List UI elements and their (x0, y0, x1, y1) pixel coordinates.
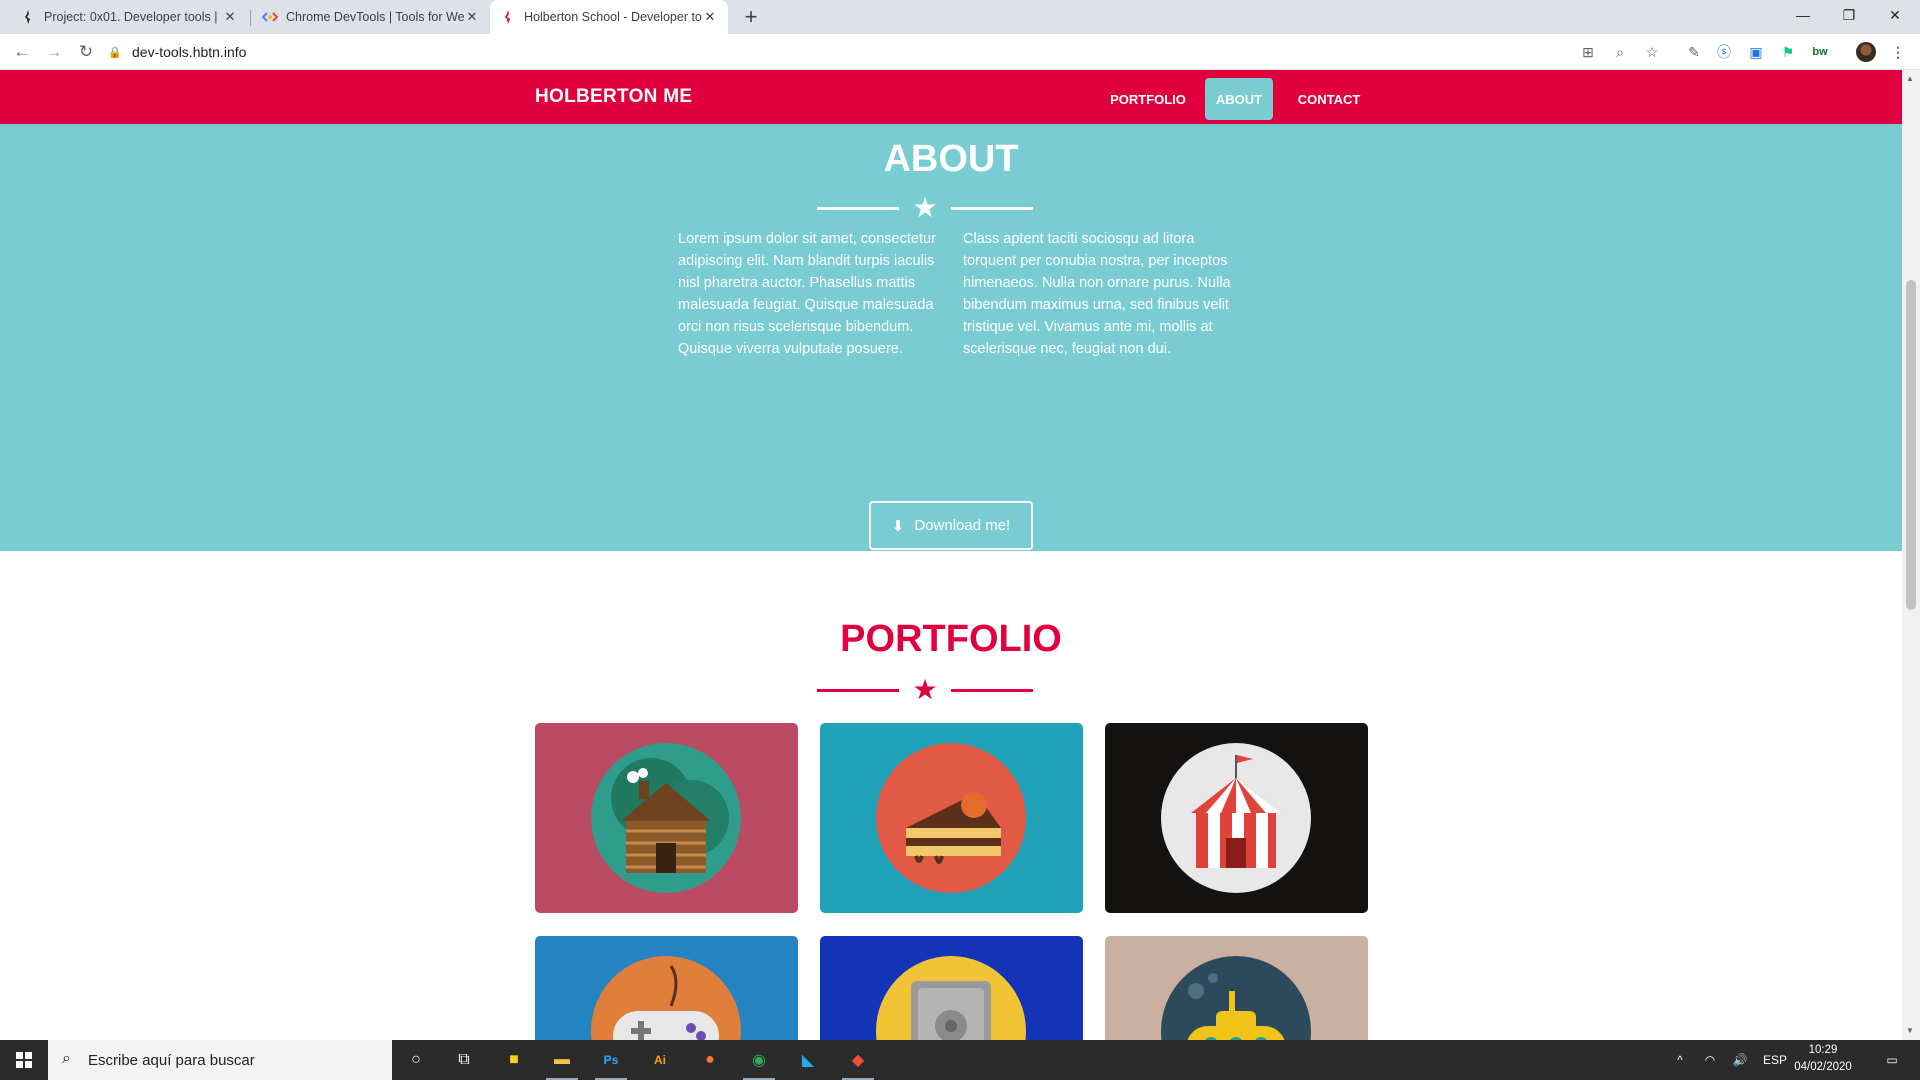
star-icon: ★ (912, 192, 938, 223)
show-hidden-icons-icon[interactable]: ^ (1670, 1040, 1690, 1080)
minimize-icon[interactable]: — (1780, 0, 1826, 30)
lock-icon: 🔒 (108, 46, 122, 59)
vscode-icon[interactable]: ◣ (784, 1040, 832, 1080)
search-placeholder: Escribe aquí para buscar (88, 1051, 255, 1069)
illustrator-icon[interactable]: Ai (636, 1040, 684, 1080)
download-button[interactable]: ⬇ Download me! (869, 501, 1033, 550)
tab-holberton-active[interactable]: Holberton School - Developer to ✕ (490, 0, 728, 34)
about-text-right: Class aptent taciti sociosqu ad litora t… (963, 231, 1231, 357)
bw-extension-icon[interactable]: bw (1810, 42, 1830, 62)
portfolio-item-submarine[interactable] (1105, 936, 1368, 1040)
cake-icon (876, 743, 1026, 893)
git-icon[interactable]: ◆ (834, 1040, 882, 1080)
tab-title: Project: 0x01. Developer tools | H (44, 10, 222, 24)
clock-time: 10:29 (1808, 1044, 1838, 1056)
windows-taskbar: ⌕ Escribe aquí para buscar ○ ⧉ ■ ▬ Ps Ai… (0, 1040, 1920, 1080)
system-clock[interactable]: 10:29 04/02/2020 (1790, 1042, 1856, 1078)
about-title: ABOUT (883, 138, 1019, 180)
windows-start-icon[interactable] (0, 1040, 48, 1080)
site-navbar: HOLBERTON ME PORTFOLIO ABOUT CONTACT (0, 70, 1902, 124)
about-divider: ★ (817, 194, 1033, 222)
close-tab-icon[interactable]: ✕ (702, 9, 718, 25)
portfolio-item-cabin[interactable] (535, 723, 798, 913)
firefox-icon[interactable]: ● (686, 1040, 734, 1080)
portfolio-item-cake[interactable] (820, 723, 1083, 913)
scroll-thumb[interactable] (1906, 280, 1916, 610)
nav-contact[interactable]: CONTACT (1282, 78, 1376, 120)
zoom-icon[interactable]: ⌕ (1610, 42, 1630, 62)
tab-title: Chrome DevTools | Tools for We (286, 10, 464, 24)
page-scrollbar[interactable]: ▲ ▼ (1902, 70, 1920, 1040)
search-icon: ⌕ (62, 1050, 71, 1067)
tab-project[interactable]: Project: 0x01. Developer tools | H ✕ (10, 0, 248, 34)
about-text-left: Lorem ipsum dolor sit amet, consectetur … (678, 231, 936, 357)
holberton-favicon-icon (500, 9, 516, 25)
safe-icon (876, 956, 1026, 1040)
task-view-icon[interactable]: ⧉ (440, 1040, 488, 1080)
download-label: Download me! (914, 517, 1011, 534)
new-tab-button[interactable]: + (738, 4, 764, 30)
devtools-favicon-icon (262, 9, 278, 25)
clock-date: 04/02/2020 (1794, 1061, 1852, 1073)
star-icon: ★ (912, 674, 938, 705)
game-controller-icon (591, 956, 741, 1040)
cortana-icon[interactable]: ○ (392, 1040, 440, 1080)
url-text[interactable]: dev-tools.hbtn.info (132, 44, 246, 60)
scroll-down-icon[interactable]: ▼ (1906, 1026, 1914, 1035)
chrome-icon[interactable]: ◉ (735, 1040, 783, 1080)
sticky-notes-icon[interactable]: ■ (490, 1040, 538, 1080)
notifications-icon[interactable]: ▭ (1872, 1040, 1912, 1080)
page-viewport: HOLBERTON ME PORTFOLIO ABOUT CONTACT ABO… (0, 70, 1902, 1040)
tab-strip: Project: 0x01. Developer tools | H ✕ Chr… (0, 0, 1920, 34)
about-section: ABOUT ★ Lorem ipsum dolor sit amet, cons… (0, 124, 1902, 551)
close-tab-icon[interactable]: ✕ (464, 9, 480, 25)
portfolio-item-safe[interactable] (820, 936, 1083, 1040)
file-explorer-icon[interactable]: ▬ (538, 1040, 586, 1080)
reload-icon[interactable]: ↻ (74, 40, 98, 64)
submarine-icon (1161, 956, 1311, 1040)
network-icon[interactable]: ◠ (1700, 1040, 1720, 1080)
portfolio-item-circus[interactable] (1105, 723, 1368, 913)
skype-extension-icon[interactable]: ⓢ (1714, 42, 1734, 62)
site-brand[interactable]: HOLBERTON ME (535, 70, 692, 124)
nav-portfolio[interactable]: PORTFOLIO (1100, 78, 1196, 120)
tab-title: Holberton School - Developer to (524, 10, 702, 24)
tab-devtools[interactable]: Chrome DevTools | Tools for We ✕ (252, 0, 490, 34)
portfolio-title: PORTFOLIO (840, 618, 1062, 660)
nav-about[interactable]: ABOUT (1205, 78, 1273, 120)
bookmark-star-icon[interactable]: ☆ (1642, 42, 1662, 62)
translate-icon[interactable]: ⊞ (1578, 42, 1598, 62)
taskbar-search-box[interactable]: ⌕ Escribe aquí para buscar (48, 1040, 392, 1080)
menu-kebab-icon[interactable]: ⋮ (1888, 42, 1908, 62)
forward-icon[interactable]: → (42, 40, 66, 64)
back-icon[interactable]: ← (10, 40, 34, 64)
portfolio-divider: ★ (817, 676, 1033, 704)
browser-toolbar: ← → ↻ 🔒 dev-tools.hbtn.info ⊞ ⌕ ☆ ✎ ⓢ ▣ … (0, 34, 1920, 70)
close-window-icon[interactable]: ✕ (1872, 0, 1918, 30)
portfolio-item-game-controller[interactable] (535, 936, 798, 1040)
close-tab-icon[interactable]: ✕ (222, 9, 238, 25)
address-bar[interactable]: 🔒 dev-tools.hbtn.info (108, 38, 1668, 66)
scroll-up-icon[interactable]: ▲ (1906, 74, 1914, 83)
cabin-icon (591, 743, 741, 893)
restore-icon[interactable]: ❐ (1826, 0, 1872, 30)
circus-tent-icon (1161, 743, 1311, 893)
window-extension-icon[interactable]: ▣ (1746, 42, 1766, 62)
download-icon: ⬇ (891, 517, 905, 535)
feather-extension-icon[interactable]: ⚑ (1778, 42, 1798, 62)
volume-icon[interactable]: 🔊 (1730, 1040, 1750, 1080)
photoshop-icon[interactable]: Ps (587, 1040, 635, 1080)
holberton-favicon-icon (20, 9, 36, 25)
language-indicator[interactable]: ESP (1760, 1040, 1790, 1080)
eyedropper-extension-icon[interactable]: ✎ (1684, 42, 1704, 62)
profile-avatar[interactable] (1856, 42, 1876, 62)
